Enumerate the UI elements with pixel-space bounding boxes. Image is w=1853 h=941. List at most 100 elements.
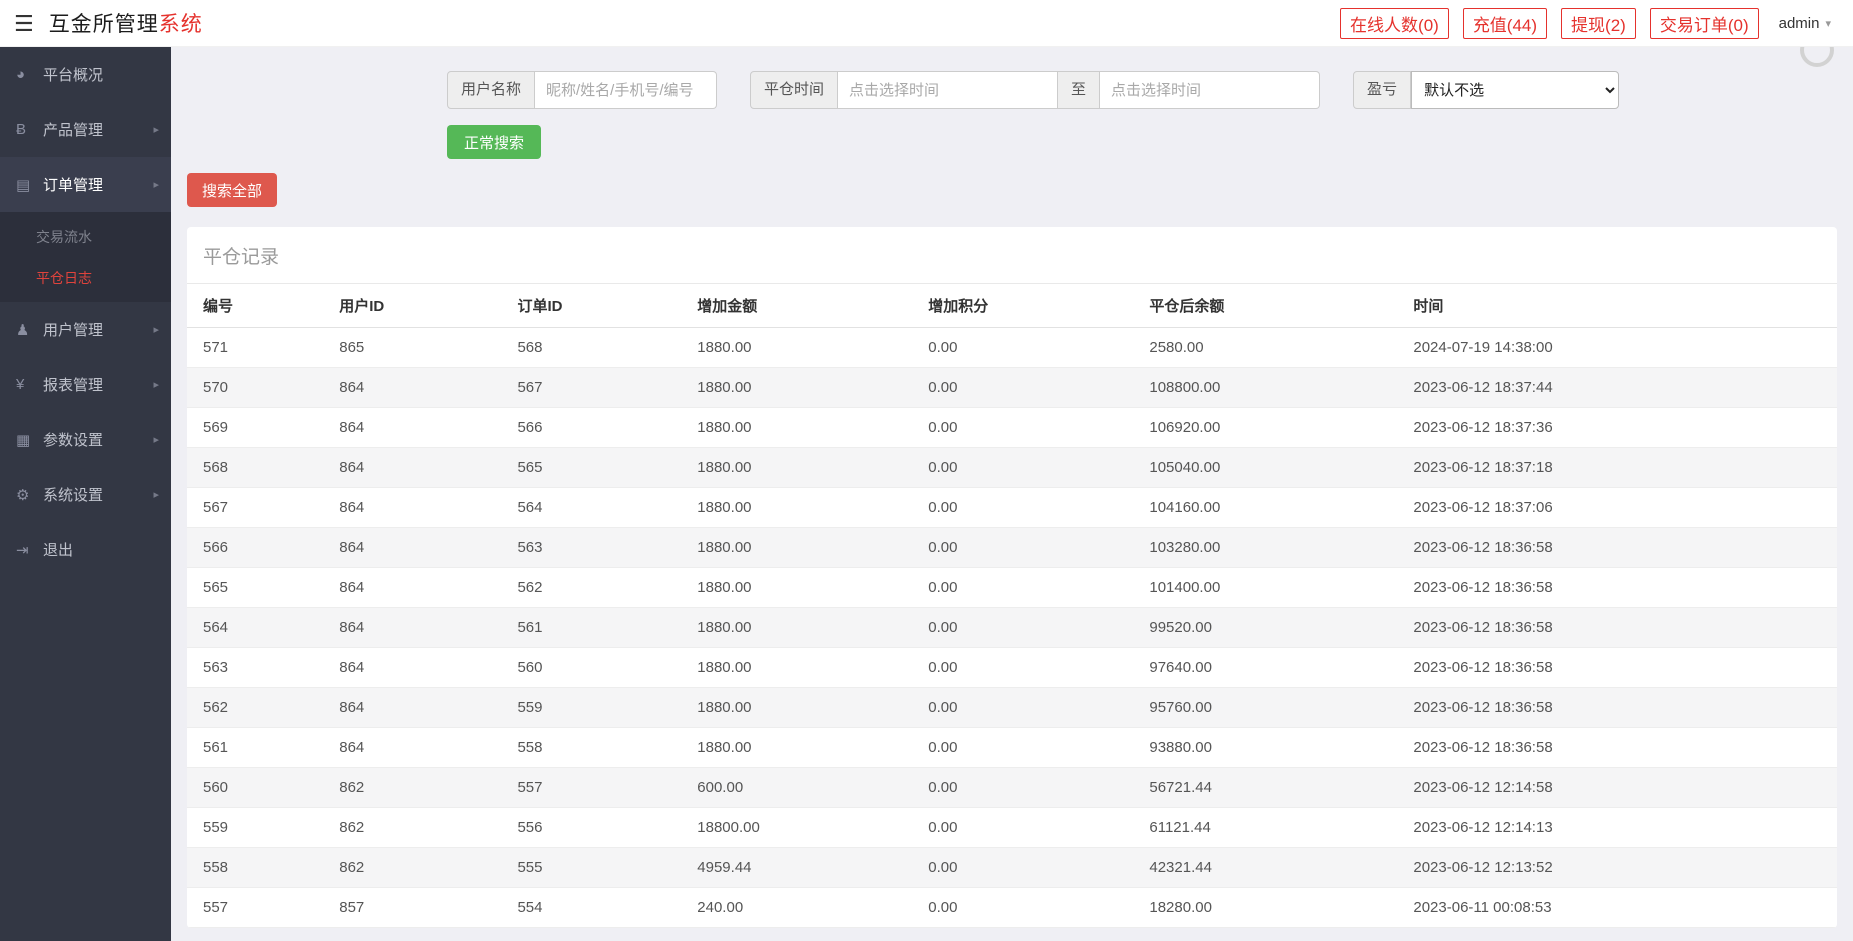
cell-added-amount: 1880.00 xyxy=(685,327,917,368)
sidebar-item-label: 报表管理 xyxy=(43,377,104,394)
cell-added-points: 0.00 xyxy=(916,567,1138,608)
gear-icon: ⚙ xyxy=(16,486,30,504)
admin-username: admin xyxy=(1778,14,1820,32)
sidebar-item-label: 平台概况 xyxy=(43,67,104,84)
table-header: 编号 用户ID 订单ID 增加金额 增加积分 平仓后余额 时间 xyxy=(187,284,1837,328)
chevron-right-icon: ▸ xyxy=(153,434,159,446)
cell-balance-after-close: 56721.44 xyxy=(1137,767,1402,808)
cell-added-points: 0.00 xyxy=(916,407,1138,448)
sidebar-subitem-close-position-log[interactable]: 平仓日志 xyxy=(0,257,171,298)
sidebar-item-product-management[interactable]: Ƀ 产品管理 ▸ xyxy=(0,102,171,157)
sidebar-item-parameter-settings[interactable]: ▦ 参数设置 ▸ xyxy=(0,412,171,467)
chevron-right-icon: ▸ xyxy=(153,324,159,336)
params-icon: ▦ xyxy=(16,431,31,449)
cell-id: 560 xyxy=(187,767,328,808)
sidebar-item-report-management[interactable]: ¥ 报表管理 ▸ xyxy=(0,357,171,412)
username-label: 用户名称 xyxy=(447,71,536,109)
cell-time: 2023-06-12 12:14:58 xyxy=(1401,767,1837,808)
withdraw-link[interactable]: 提现(2) xyxy=(1561,7,1636,39)
sidebar: ◕ 平台概况 Ƀ 产品管理 ▸ ▤ 订单管理 ▸ 交易流水 平仓日志 ♟ 用户管… xyxy=(0,47,171,941)
cell-time: 2024-07-19 14:38:00 xyxy=(1401,327,1837,368)
logout-icon: ⇥ xyxy=(16,541,29,559)
sidebar-item-label: 参数设置 xyxy=(43,432,104,449)
cell-id: 559 xyxy=(187,807,328,848)
cell-added-amount: 1880.00 xyxy=(685,727,917,768)
cell-id: 557 xyxy=(187,887,328,928)
cell-user-id: 864 xyxy=(327,527,506,568)
cell-added-amount: 1880.00 xyxy=(685,687,917,728)
cell-added-amount: 1880.00 xyxy=(685,487,917,528)
panel-title: 平仓记录 xyxy=(187,227,1837,284)
recharge-link[interactable]: 充值(44) xyxy=(1462,7,1548,39)
cell-user-id: 864 xyxy=(327,567,506,608)
cell-added-points: 0.00 xyxy=(916,367,1138,408)
chevron-right-icon: ▸ xyxy=(153,489,159,501)
time-from-input[interactable] xyxy=(838,71,1059,109)
cell-order-id: 557 xyxy=(505,767,686,808)
trade-orders-link[interactable]: 交易订单(0) xyxy=(1649,7,1759,39)
table-row: 557 857 554 240.00 0.00 18280.00 2023-06… xyxy=(187,887,1837,928)
cell-user-id: 864 xyxy=(327,407,506,448)
profit-select[interactable]: 默认不选 xyxy=(1411,71,1620,109)
cell-user-id: 864 xyxy=(327,727,506,768)
close-time-filter-group: 平仓时间 至 xyxy=(750,71,1321,109)
cell-order-id: 565 xyxy=(505,447,686,488)
sidebar-item-user-management[interactable]: ♟ 用户管理 ▸ xyxy=(0,302,171,357)
sidebar-item-system-settings[interactable]: ⚙ 系统设置 ▸ xyxy=(0,467,171,522)
main-content: 用户名称 平仓时间 至 盈亏 默认不选 正常搜索 搜索全部 平仓记录 xyxy=(171,0,1853,941)
cell-id: 570 xyxy=(187,367,328,408)
cell-order-id: 558 xyxy=(505,727,686,768)
table-row: 560 862 557 600.00 0.00 56721.44 2023-06… xyxy=(187,767,1837,808)
filter-row: 用户名称 平仓时间 至 盈亏 默认不选 xyxy=(447,71,1837,109)
admin-user-dropdown[interactable]: admin ▾ xyxy=(1773,11,1837,36)
cell-added-amount: 600.00 xyxy=(685,767,917,808)
table-row: 563 864 560 1880.00 0.00 97640.00 2023-0… xyxy=(187,647,1837,688)
cell-time: 2023-06-12 18:36:58 xyxy=(1401,687,1837,728)
cell-added-amount: 1880.00 xyxy=(685,407,917,448)
sidebar-item-label: 系统设置 xyxy=(43,487,104,504)
cell-user-id: 864 xyxy=(327,447,506,488)
cell-balance-after-close: 42321.44 xyxy=(1137,847,1402,888)
sidebar-subitem-trade-flow[interactable]: 交易流水 xyxy=(0,216,171,257)
sidebar-item-label: 产品管理 xyxy=(43,122,104,139)
time-to-input[interactable] xyxy=(1100,71,1321,109)
chevron-right-icon: ▸ xyxy=(153,179,159,191)
cell-user-id: 857 xyxy=(327,887,506,928)
cell-added-points: 0.00 xyxy=(916,447,1138,488)
yen-icon: ¥ xyxy=(16,376,25,393)
cell-user-id: 864 xyxy=(327,607,506,648)
brand-main: 互金所管理 xyxy=(48,13,159,36)
profit-label: 盈亏 xyxy=(1353,71,1412,109)
cell-added-points: 0.00 xyxy=(916,327,1138,368)
col-added-amount: 增加金额 xyxy=(685,284,917,328)
cell-order-id: 563 xyxy=(505,527,686,568)
table-row: 569 864 566 1880.00 0.00 106920.00 2023-… xyxy=(187,407,1837,448)
sidebar-item-platform-overview[interactable]: ◕ 平台概况 xyxy=(0,47,171,102)
normal-search-button[interactable]: 正常搜索 xyxy=(447,125,542,159)
cell-order-id: 556 xyxy=(505,807,686,848)
cell-id: 571 xyxy=(187,327,328,368)
cell-balance-after-close: 93880.00 xyxy=(1137,727,1402,768)
cell-order-id: 566 xyxy=(505,407,686,448)
cell-balance-after-close: 95760.00 xyxy=(1137,687,1402,728)
table-row: 558 862 555 4959.44 0.00 42321.44 2023-0… xyxy=(187,847,1837,888)
table-body: 571 865 568 1880.00 0.00 2580.00 2024-07… xyxy=(187,327,1837,928)
order-icon: ▤ xyxy=(16,176,31,194)
cell-order-id: 567 xyxy=(505,367,686,408)
cell-added-points: 0.00 xyxy=(916,647,1138,688)
sidebar-item-logout[interactable]: ⇥ 退出 xyxy=(0,522,171,577)
cell-time: 2023-06-12 18:37:06 xyxy=(1401,487,1837,528)
cell-added-amount: 1880.00 xyxy=(685,567,917,608)
col-balance-after-close: 平仓后余额 xyxy=(1137,284,1402,328)
cell-added-points: 0.00 xyxy=(916,687,1138,728)
sidebar-item-order-management[interactable]: ▤ 订单管理 ▸ xyxy=(0,157,171,212)
sidebar-subitem-label: 交易流水 xyxy=(36,228,92,245)
menu-toggle-icon[interactable]: ☰ xyxy=(0,0,49,47)
search-all-button[interactable]: 搜索全部 xyxy=(187,173,278,207)
cell-order-id: 559 xyxy=(505,687,686,728)
cell-id: 561 xyxy=(187,727,328,768)
online-users-link[interactable]: 在线人数(0) xyxy=(1340,7,1449,39)
profit-filter-group: 盈亏 默认不选 xyxy=(1353,71,1620,109)
cell-order-id: 562 xyxy=(505,567,686,608)
username-input[interactable] xyxy=(535,71,718,109)
